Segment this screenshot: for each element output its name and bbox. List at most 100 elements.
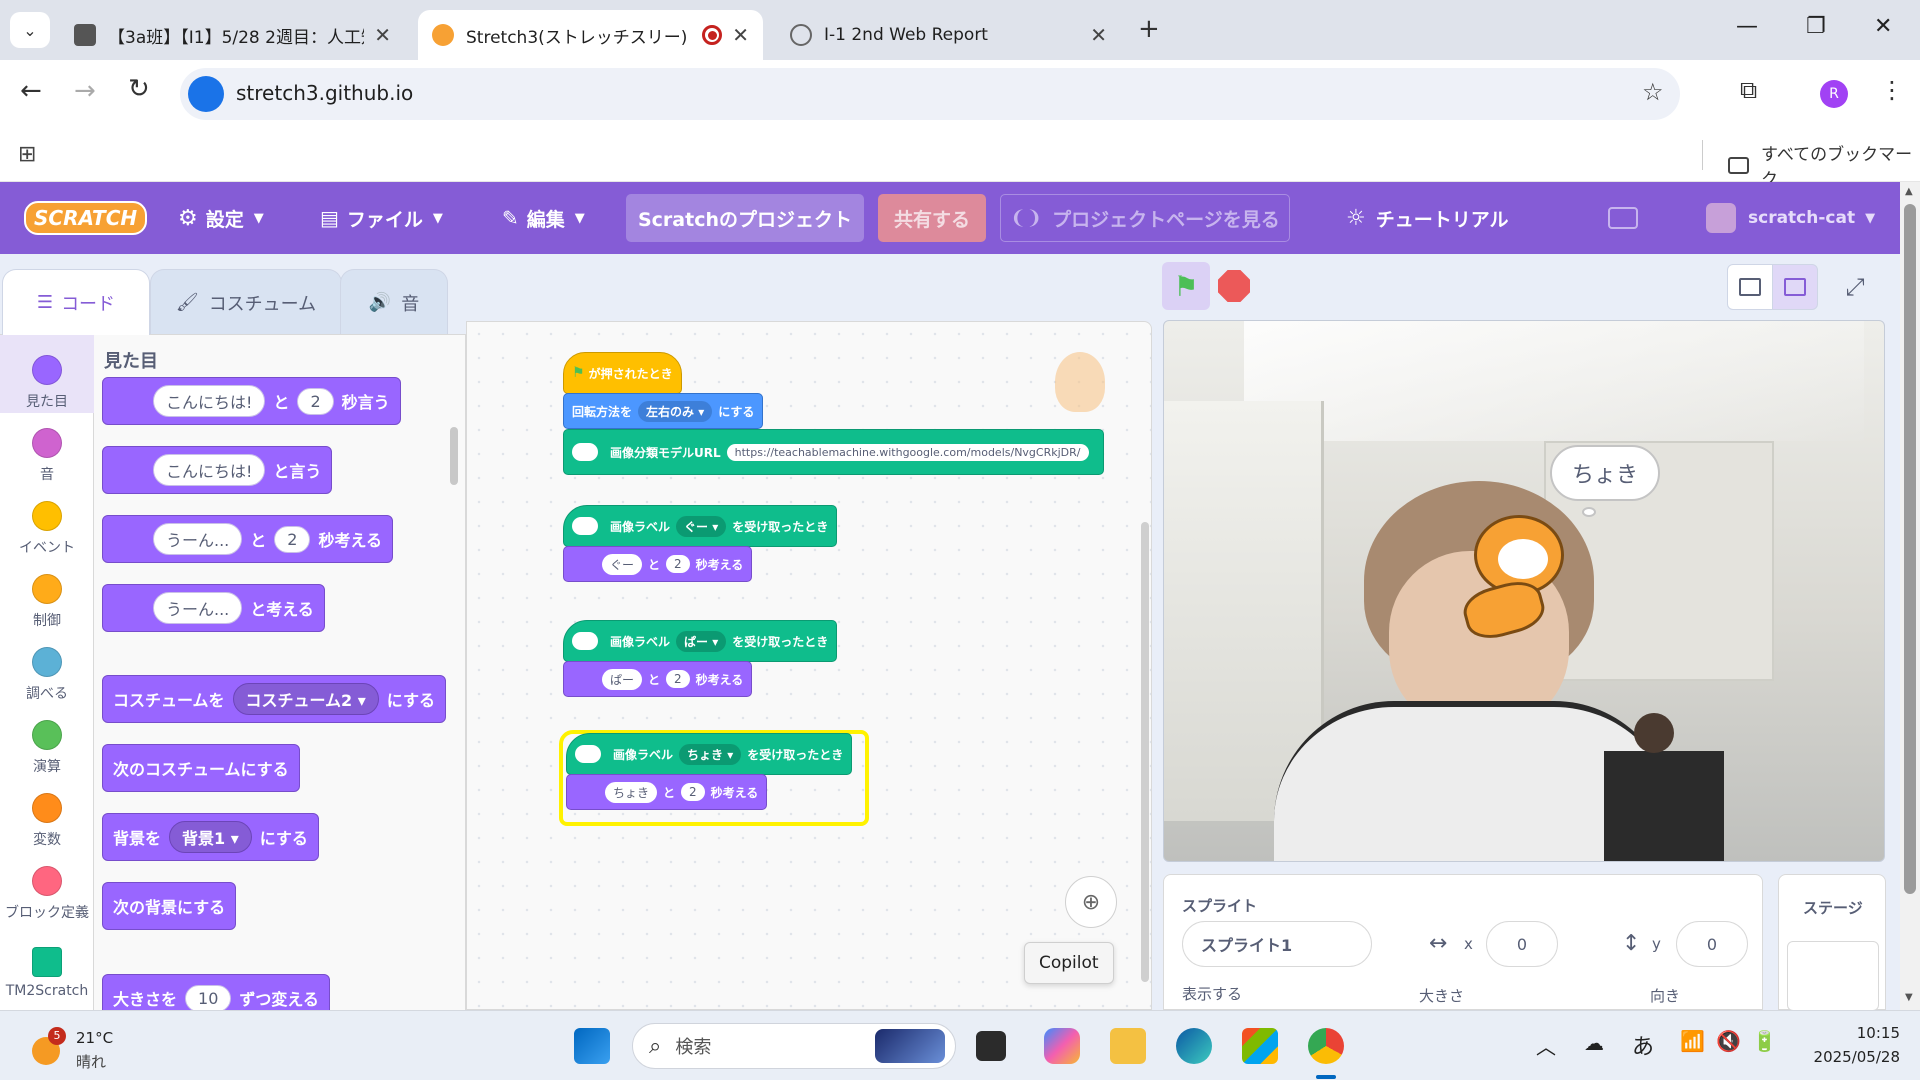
workspace-scrollbar[interactable] (1141, 522, 1149, 982)
block-input[interactable]: こんにちは! (153, 385, 266, 417)
block-change-size[interactable]: 大きさを 10 ずつ変える (102, 974, 330, 1010)
block-input[interactable]: ちょき (605, 781, 658, 803)
block-input[interactable]: 2 (681, 783, 705, 801)
block-say[interactable]: こんにちは! と言う (102, 446, 333, 494)
star-icon[interactable]: ☆ (1642, 78, 1664, 106)
scroll-up-icon[interactable]: ▲ (1905, 186, 1913, 197)
site-info-icon[interactable] (188, 76, 224, 112)
block-dropdown[interactable]: ちょき ▾ (679, 743, 742, 765)
block-input[interactable]: 2 (666, 555, 690, 573)
close-icon[interactable]: ✕ (1090, 23, 1107, 47)
tab-sounds[interactable]: 🔊 音 (340, 269, 448, 335)
profile-avatar[interactable]: R (1820, 80, 1848, 108)
block-input[interactable]: 2 (666, 670, 690, 688)
script-workspace[interactable]: ⚑ が押されたとき 回転方法を 左右のみ ▾ にする 画像分類モデルURL ht… (466, 321, 1152, 1010)
project-title-input[interactable]: Scratchのプロジェクト (626, 194, 864, 242)
close-icon[interactable]: ✕ (374, 23, 391, 47)
category-variables[interactable]: 変数 (0, 793, 94, 849)
tab-costumes[interactable]: 🖌 コスチューム (150, 269, 342, 335)
back-icon[interactable]: ← (20, 76, 42, 106)
taskbar-search[interactable]: ⌕ 検索 (632, 1023, 956, 1069)
scroll-down-icon[interactable]: ▼ (1905, 992, 1913, 1003)
my-stuff-button[interactable] (1608, 182, 1638, 254)
block-input[interactable]: ぱー (602, 668, 643, 690)
block-input[interactable]: ぐー (602, 553, 643, 575)
restore-icon[interactable]: ❐ (1806, 14, 1826, 39)
category-looks[interactable]: 見た目 (0, 355, 94, 411)
block-dropdown[interactable]: 背景1 ▾ (169, 821, 252, 853)
block-dropdown[interactable]: 左右のみ ▾ (638, 400, 713, 422)
file-explorer-icon[interactable] (1110, 1028, 1146, 1064)
tray-chevron-icon[interactable]: ︿ (1536, 1031, 1556, 1060)
y-field[interactable]: 0 (1676, 921, 1748, 967)
category-events[interactable]: イベント (0, 501, 94, 557)
block-dropdown[interactable]: ぱー ▾ (676, 630, 727, 652)
chrome-icon[interactable] (1308, 1028, 1344, 1064)
file-menu[interactable]: ▤ ファイル ▼ (320, 182, 443, 254)
settings-menu[interactable]: ⚙ 設定 ▼ (178, 182, 264, 254)
category-my-blocks[interactable]: ブロック定義 (0, 866, 94, 922)
edit-menu[interactable]: ✎ 編集 ▼ (502, 182, 585, 254)
x-field[interactable]: 0 (1486, 921, 1558, 967)
weather-widget[interactable]: 5 21°C 晴れ (28, 1021, 158, 1071)
microsoft-store-icon[interactable] (1242, 1028, 1278, 1064)
browser-tab-active[interactable]: Stretch3(ストレッチスリー) ✕ (418, 10, 763, 60)
block-think-for-secs[interactable]: ぱー と 2 秒考える (563, 661, 753, 697)
battery-icon[interactable]: 🔋 (1752, 1029, 1777, 1053)
stage-thumbnail[interactable] (1787, 941, 1879, 1011)
stop-button[interactable] (1218, 270, 1250, 302)
url-text[interactable]: stretch3.github.io (236, 81, 413, 105)
block-think[interactable]: うーん... と考える (102, 584, 325, 632)
account-menu[interactable]: scratch-cat ▼ (1706, 182, 1875, 254)
share-button[interactable]: 共有する (878, 194, 986, 242)
project-page-button[interactable]: ❨❩ プロジェクトページを見る (1000, 194, 1290, 242)
stage-canvas[interactable]: ちょき (1163, 320, 1885, 862)
block-when-label-received[interactable]: 画像ラベル ぐー ▾ を受け取ったとき (563, 505, 838, 547)
block-input[interactable]: 2 (297, 387, 334, 415)
close-window-icon[interactable]: ✕ (1874, 14, 1892, 39)
block-think-for-secs[interactable]: ちょき と 2 秒考える (566, 774, 768, 810)
wifi-icon[interactable]: 📶 (1680, 1029, 1705, 1053)
browser-tab[interactable]: 【3a班】【I1】5/28 2週目：人工知 ✕ (60, 10, 405, 60)
tutorials-button[interactable]: ☼ チュートリアル (1346, 182, 1509, 254)
sprite-name-field[interactable]: スプライト1 (1182, 921, 1372, 967)
category-operators[interactable]: 演算 (0, 720, 94, 776)
category-tm2scratch[interactable]: TM2Scratch (0, 947, 94, 999)
block-switch-backdrop[interactable]: 背景を 背景1 ▾ にする (102, 813, 319, 861)
block-input[interactable]: 10 (185, 984, 232, 1010)
tab-search-button[interactable]: ⌄ (10, 12, 50, 48)
onedrive-icon[interactable]: ☁ (1584, 1031, 1604, 1055)
block-dropdown[interactable]: ぐー ▾ (676, 515, 727, 537)
block-input[interactable]: うーん... (153, 523, 243, 555)
small-stage-button[interactable] (1727, 264, 1773, 310)
minimize-icon[interactable]: — (1736, 14, 1758, 39)
reload-icon[interactable]: ↻ (128, 74, 150, 104)
block-think-for-secs[interactable]: ぐー と 2 秒考える (563, 546, 753, 582)
windows-start-icon[interactable] (574, 1028, 610, 1064)
tab-code[interactable]: ☰ コード (2, 269, 150, 335)
block-when-label-received[interactable]: 画像ラベル ちょき ▾ を受け取ったとき (566, 733, 853, 775)
extensions-icon[interactable]: ⧉ (1740, 76, 1757, 104)
fullscreen-button[interactable]: ⤢ (1832, 264, 1878, 310)
block-input[interactable]: こんにちは! (153, 454, 266, 486)
block-image-model-url[interactable]: 画像分類モデルURL https://teachablemachine.with… (563, 429, 1104, 475)
clock[interactable]: 10:15 2025/05/28 (1790, 1021, 1900, 1069)
scrollbar-thumb[interactable] (1904, 204, 1916, 894)
apps-grid-icon[interactable]: ⊞ (18, 142, 36, 167)
block-input[interactable]: うーん... (153, 592, 243, 624)
block-next-backdrop[interactable]: 次の背景にする (102, 882, 237, 930)
block-set-rotation-style[interactable]: 回転方法を 左右のみ ▾ にする (563, 393, 764, 429)
scratch-logo[interactable]: SCRATCH (24, 182, 148, 254)
green-flag-button[interactable]: ⚑ (1162, 262, 1210, 310)
block-next-costume[interactable]: 次のコスチュームにする (102, 744, 300, 792)
block-when-label-received[interactable]: 画像ラベル ぱー ▾ を受け取ったとき (563, 620, 838, 662)
block-input[interactable]: 2 (274, 525, 311, 553)
model-url-input[interactable]: https://teachablemachine.withgoogle.com/… (726, 443, 1089, 461)
block-switch-costume[interactable]: コスチュームを コスチューム2 ▾ にする (102, 675, 446, 723)
block-say-for-secs[interactable]: こんにちは! と 2 秒言う (102, 377, 401, 425)
category-control[interactable]: 制御 (0, 574, 94, 630)
category-sound[interactable]: 音 (0, 428, 94, 484)
address-bar[interactable]: stretch3.github.io ☆ (180, 68, 1680, 120)
ime-indicator[interactable]: あ (1632, 1029, 1654, 1061)
stage-selector-pane[interactable]: ステージ (1778, 874, 1886, 1011)
